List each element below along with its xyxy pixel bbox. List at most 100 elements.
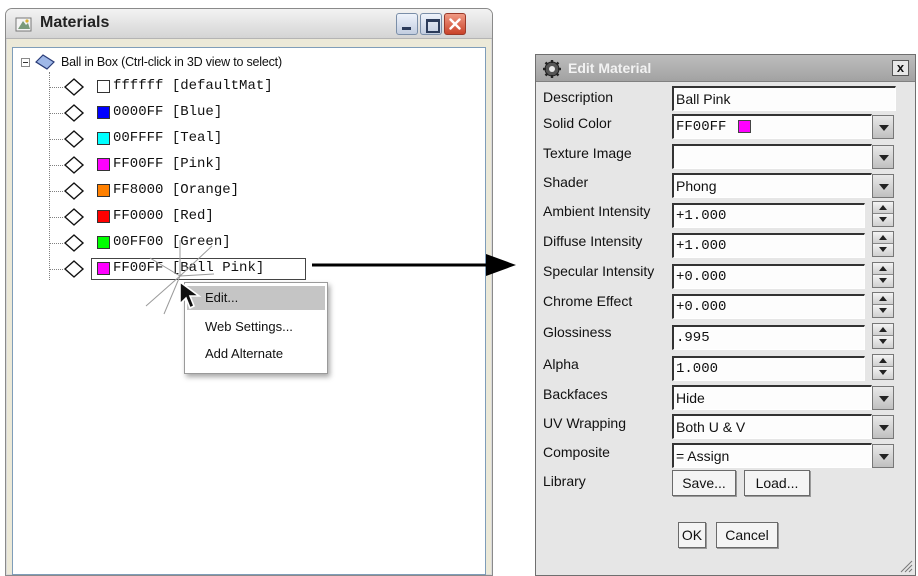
color-swatch — [97, 158, 110, 171]
flow-arrow-icon — [312, 254, 516, 276]
description-input[interactable]: Ball Pink — [672, 86, 896, 111]
material-diamond-icon — [63, 130, 85, 148]
material-diamond-icon — [63, 182, 85, 200]
glossiness-spinner[interactable] — [872, 323, 894, 349]
ok-button[interactable]: OK — [678, 522, 706, 548]
material-label: FF8000 [Orange] — [113, 182, 240, 198]
solid-color-dropdown-button[interactable] — [872, 115, 894, 139]
specular-intensity-spinner[interactable] — [872, 262, 894, 288]
texture-image-select[interactable] — [672, 144, 872, 169]
texture-image-label: Texture Image — [543, 145, 632, 161]
diffuse-intensity-label: Diffuse Intensity — [543, 233, 643, 249]
composite-label: Composite — [543, 444, 610, 460]
color-swatch — [97, 184, 110, 197]
spin-down-icon[interactable] — [873, 244, 893, 256]
spin-down-icon[interactable] — [873, 336, 893, 348]
menu-item-add-alternate[interactable]: Add Alternate — [187, 342, 325, 366]
material-label: 00FFFF [Teal] — [113, 130, 223, 146]
solid-color-select[interactable]: FF00FF — [672, 114, 872, 139]
library-label: Library — [543, 473, 586, 489]
shader-dropdown-button[interactable] — [872, 174, 894, 198]
color-swatch — [738, 120, 751, 133]
uv-wrapping-select[interactable]: Both U & V — [672, 414, 872, 439]
spin-down-icon[interactable] — [873, 275, 893, 287]
material-diamond-icon — [63, 234, 85, 252]
material-diamond-icon — [63, 260, 85, 278]
material-diamond-icon — [63, 208, 85, 226]
edit-material-dialog: Edit Material x Description Ball Pink So… — [535, 54, 916, 576]
gear-icon — [543, 60, 561, 78]
spin-up-icon[interactable] — [873, 324, 893, 336]
glossiness-label: Glossiness — [543, 324, 612, 340]
resize-grip-icon[interactable] — [899, 559, 913, 573]
material-diamond-icon — [63, 78, 85, 96]
material-label: FF0000 [Red] — [113, 208, 214, 224]
materials-title: Materials — [40, 14, 110, 31]
glossiness-input[interactable]: .995 — [672, 325, 865, 350]
shader-label: Shader — [543, 174, 589, 190]
maximize-button[interactable] — [420, 13, 442, 35]
menu-item-web-settings[interactable]: Web Settings... — [187, 315, 325, 339]
spin-up-icon[interactable] — [873, 293, 893, 305]
alpha-spinner[interactable] — [872, 354, 894, 380]
edit-material-titlebar[interactable]: Edit Material x — [536, 55, 915, 82]
solid-color-label: Solid Color — [543, 115, 612, 131]
chrome-effect-input[interactable]: +0.000 — [672, 294, 865, 319]
ambient-intensity-label: Ambient Intensity — [543, 203, 651, 219]
material-label: ffffff [defaultMat] — [113, 78, 273, 94]
close-icon — [449, 18, 461, 30]
alpha-input[interactable]: 1.000 — [672, 356, 865, 381]
spin-down-icon[interactable] — [873, 305, 893, 317]
specular-intensity-input[interactable]: +0.000 — [672, 264, 865, 289]
collapse-toggle[interactable] — [21, 58, 30, 67]
color-swatch — [97, 132, 110, 145]
spin-up-icon[interactable] — [873, 202, 893, 214]
material-label: 0000FF [Blue] — [113, 104, 223, 120]
uv-wrapping-dropdown-button[interactable] — [872, 415, 894, 439]
close-button[interactable] — [444, 13, 466, 35]
spin-up-icon[interactable] — [873, 232, 893, 244]
spin-down-icon[interactable] — [873, 214, 893, 226]
solid-color-value: FF00FF — [676, 119, 727, 135]
composite-dropdown-button[interactable] — [872, 444, 894, 468]
materials-app-icon — [15, 17, 32, 32]
composite-select[interactable]: = Assign — [672, 443, 872, 468]
specular-intensity-label: Specular Intensity — [543, 263, 655, 279]
color-swatch — [97, 236, 110, 249]
material-label: FF00FF [Pink] — [113, 156, 223, 172]
tree-connector — [49, 72, 50, 280]
menu-item-edit[interactable]: Edit... — [187, 286, 325, 310]
edit-material-title: Edit Material — [568, 60, 652, 76]
model-diamond-icon — [35, 54, 55, 70]
save-button[interactable]: Save... — [672, 470, 736, 496]
material-diamond-icon — [63, 104, 85, 122]
uv-wrapping-label: UV Wrapping — [543, 415, 627, 431]
color-swatch — [97, 80, 110, 93]
dialog-close-button[interactable]: x — [892, 60, 909, 76]
minimize-button[interactable] — [396, 13, 418, 35]
backfaces-select[interactable]: Hide — [672, 385, 872, 410]
spin-down-icon[interactable] — [873, 367, 893, 379]
color-swatch — [97, 262, 110, 275]
materials-titlebar[interactable]: Materials — [6, 9, 492, 39]
alpha-label: Alpha — [543, 356, 579, 372]
texture-image-dropdown-button[interactable] — [872, 145, 894, 169]
backfaces-label: Backfaces — [543, 386, 608, 402]
shader-select[interactable]: Phong — [672, 173, 872, 198]
ambient-intensity-spinner[interactable] — [872, 201, 894, 227]
chrome-effect-label: Chrome Effect — [543, 293, 633, 309]
load-button[interactable]: Load... — [744, 470, 810, 496]
diffuse-intensity-input[interactable]: +1.000 — [672, 233, 865, 258]
color-swatch — [97, 210, 110, 223]
mouse-pointer-icon — [179, 280, 202, 310]
cancel-button[interactable]: Cancel — [716, 522, 778, 548]
chrome-effect-spinner[interactable] — [872, 292, 894, 318]
diffuse-intensity-spinner[interactable] — [872, 231, 894, 257]
backfaces-dropdown-button[interactable] — [872, 386, 894, 410]
spin-up-icon[interactable] — [873, 263, 893, 275]
spin-up-icon[interactable] — [873, 355, 893, 367]
material-diamond-icon — [63, 156, 85, 174]
description-label: Description — [543, 89, 614, 105]
ambient-intensity-input[interactable]: +1.000 — [672, 203, 865, 228]
color-swatch — [97, 106, 110, 119]
